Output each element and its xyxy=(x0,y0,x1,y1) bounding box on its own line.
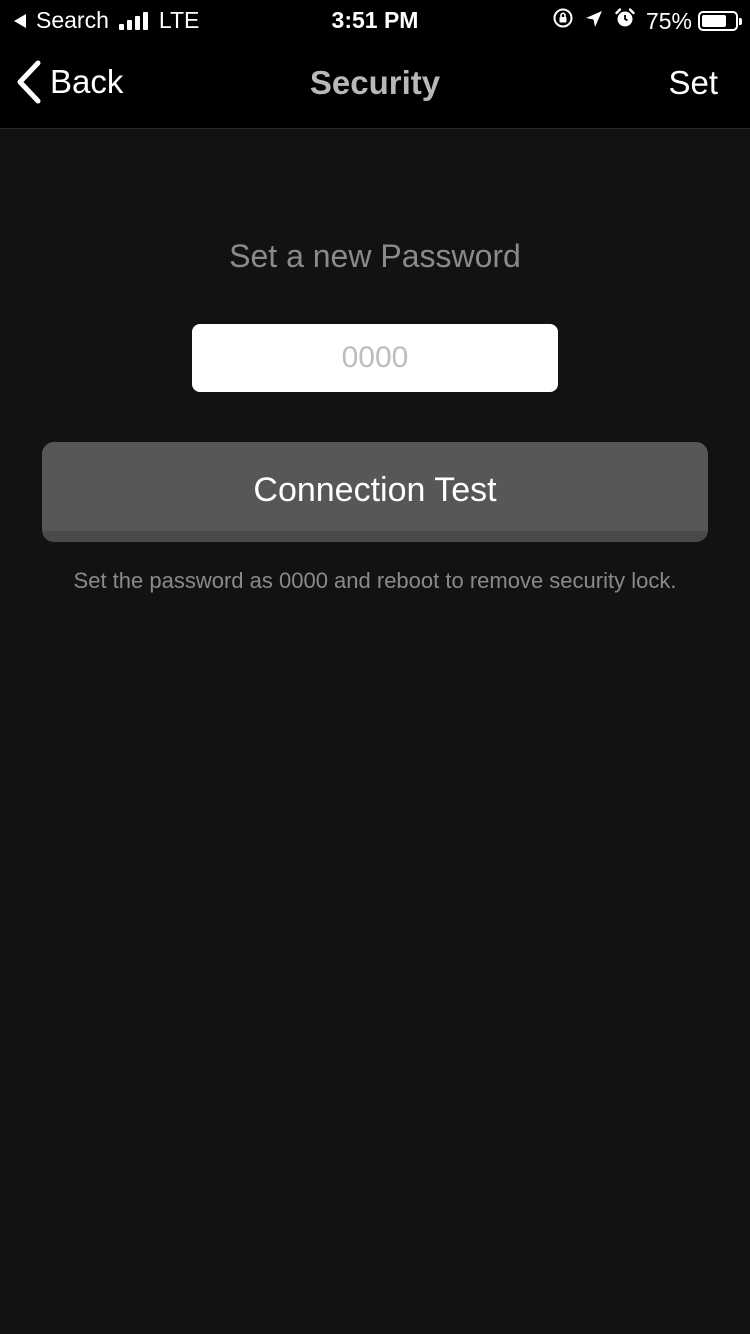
battery-nub xyxy=(739,18,742,25)
battery-icon xyxy=(698,11,742,31)
new-password-prompt: Set a new Password xyxy=(229,238,521,274)
orientation-lock-icon xyxy=(552,7,574,35)
connection-test-button[interactable]: Connection Test xyxy=(42,442,708,542)
navigation-bar: Back Security Set xyxy=(0,40,750,129)
page-title: Security xyxy=(309,64,441,101)
alarm-icon xyxy=(614,7,636,35)
status-bar: Search LTE 3:51 PM 75% xyxy=(0,0,750,40)
set-button[interactable]: Set xyxy=(668,64,718,102)
connection-test-label: Connection Test xyxy=(253,470,497,509)
password-input[interactable] xyxy=(192,324,558,392)
security-hint: Set the password as 0000 and reboot to r… xyxy=(73,568,677,593)
battery-fill xyxy=(702,15,726,27)
location-arrow-icon xyxy=(584,8,604,35)
battery-percent: 75% xyxy=(645,7,692,34)
security-screen: Search LTE 3:51 PM 75% Back Security Set… xyxy=(0,0,750,1334)
status-right: 75% xyxy=(552,7,742,35)
